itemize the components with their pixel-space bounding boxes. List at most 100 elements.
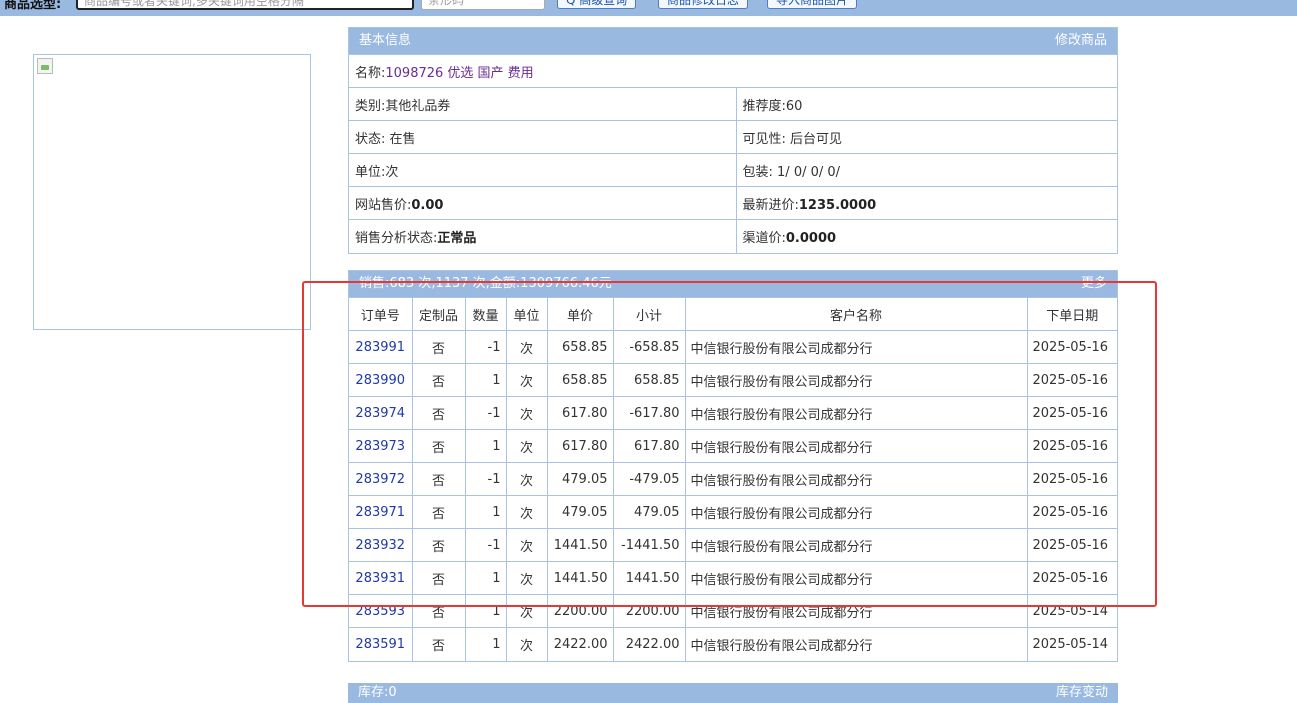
customer-cell: 中信银行股份有限公司成都分行	[684, 330, 1028, 364]
date-cell: 2025-05-16	[1026, 330, 1117, 364]
customer-cell: 中信银行股份有限公司成都分行	[684, 627, 1028, 661]
product-name-cell: 名称:1098726 优选 国产 费用	[349, 54, 1117, 88]
table-row: 283932 否 -1 次 1441.50 -1441.50 中信银行股份有限公…	[349, 528, 1117, 562]
unit-cell: 次	[505, 627, 548, 661]
sales-more-link[interactable]: 更多	[1081, 271, 1107, 297]
basic-info-header: 基本信息 修改商品	[349, 28, 1117, 54]
order-link[interactable]: 283991	[349, 330, 413, 364]
unit-cell: 次	[505, 594, 548, 628]
unit-cell: 次	[505, 462, 548, 496]
subtotal-cell: 1441.50	[612, 561, 686, 595]
visibility-label: 可见性:	[742, 131, 786, 147]
price-cell: 479.05	[546, 462, 614, 496]
latest-cost-cell: 最新进价:1235.0000	[735, 186, 1117, 220]
qty-cell: -1	[464, 396, 507, 430]
qty-cell: 1	[464, 594, 507, 628]
col-custom: 定制品	[411, 297, 466, 331]
table-row: 283973 否 1 次 617.80 617.80 中信银行股份有限公司成都分…	[349, 429, 1117, 463]
qty-cell: -1	[464, 528, 507, 562]
customer-cell: 中信银行股份有限公司成都分行	[684, 495, 1028, 529]
import-image-button[interactable]: 导入商品图片	[767, 0, 858, 9]
unit-cell: 次	[505, 330, 548, 364]
category-value: 其他礼品券	[385, 98, 451, 114]
category-cell: 类别:其他礼品券	[349, 87, 736, 121]
edit-product-link[interactable]: 修改商品	[1055, 28, 1107, 54]
unit-cell: 次	[505, 561, 548, 595]
search-input[interactable]: 商品编号或者关键词,多关键词用空格分隔	[76, 0, 414, 10]
sales-summary: 销售:683 次,1137 次,金额:1309766.46元	[359, 276, 612, 291]
custom-cell: 否	[411, 330, 466, 364]
price-cell: 658.85	[546, 363, 614, 397]
order-link[interactable]: 283931	[349, 561, 413, 595]
order-link[interactable]: 283972	[349, 462, 413, 496]
stock-change-link[interactable]: 库存变动	[1056, 683, 1108, 703]
status-cell: 状态: 在售	[349, 120, 736, 154]
custom-cell: 否	[411, 528, 466, 562]
qty-cell: 1	[464, 561, 507, 595]
sales-header: 销售:683 次,1137 次,金额:1309766.46元 更多	[349, 271, 1117, 297]
customer-cell: 中信银行股份有限公司成都分行	[684, 363, 1028, 397]
col-subtotal: 小计	[612, 297, 686, 331]
product-log-button[interactable]: 商品修改日志	[658, 0, 749, 9]
basic-info-title: 基本信息	[359, 33, 412, 48]
subtotal-cell: -479.05	[612, 462, 686, 496]
category-label: 类别:	[355, 98, 386, 114]
table-row: 283593 否 1 次 2200.00 2200.00 中信银行股份有限公司成…	[349, 594, 1117, 628]
subtotal-cell: -658.85	[612, 330, 686, 364]
custom-cell: 否	[411, 462, 466, 496]
stock-summary: 库存:0	[358, 685, 397, 700]
col-qty: 数量	[464, 297, 507, 331]
price-cell: 658.85	[546, 330, 614, 364]
date-cell: 2025-05-16	[1026, 561, 1117, 595]
price-cell: 617.80	[546, 396, 614, 430]
custom-cell: 否	[411, 396, 466, 430]
unit-cell: 次	[505, 528, 548, 562]
advanced-search-button[interactable]: Q 高级查询	[557, 0, 637, 9]
custom-cell: 否	[411, 627, 466, 661]
barcode-input[interactable]: 条形码	[421, 0, 545, 10]
site-price-label: 网站售价:	[355, 197, 412, 213]
visibility-cell: 可见性: 后台可见	[735, 120, 1117, 154]
unit-cell: 次	[505, 429, 548, 463]
customer-cell: 中信银行股份有限公司成都分行	[684, 594, 1028, 628]
order-link[interactable]: 283973	[349, 429, 413, 463]
col-order-no: 订单号	[349, 297, 413, 331]
unit-label: 单位:	[355, 164, 386, 180]
analysis-label: 销售分析状态:	[355, 230, 438, 246]
table-row: 283971 否 1 次 479.05 479.05 中信银行股份有限公司成都分…	[349, 495, 1117, 529]
col-customer: 客户名称	[684, 297, 1028, 331]
top-search-bar: 商品选型: 商品编号或者关键词,多关键词用空格分隔 条形码 Q 高级查询 商品修…	[0, 0, 1297, 16]
price-cell: 1441.50	[546, 561, 614, 595]
channel-price-cell: 渠道价:0.0000	[735, 219, 1117, 253]
package-label: 包装:	[742, 164, 773, 180]
order-link[interactable]: 283591	[349, 627, 413, 661]
recommend-value: 60	[785, 98, 803, 114]
subtotal-cell: 617.80	[612, 429, 686, 463]
name-label: 名称:	[355, 65, 386, 81]
date-cell: 2025-05-16	[1026, 495, 1117, 529]
table-row: 283990 否 1 次 658.85 658.85 中信银行股份有限公司成都分…	[349, 363, 1117, 397]
col-price: 单价	[546, 297, 614, 331]
table-row: 283974 否 -1 次 617.80 -617.80 中信银行股份有限公司成…	[349, 396, 1117, 430]
custom-cell: 否	[411, 594, 466, 628]
date-cell: 2025-05-14	[1026, 594, 1117, 628]
subtotal-cell: 658.85	[612, 363, 686, 397]
subtotal-cell: 2422.00	[612, 627, 686, 661]
order-link[interactable]: 283932	[349, 528, 413, 562]
orders-header-row: 订单号 定制品 数量 单位 单价 小计 客户名称 下单日期	[349, 297, 1117, 331]
customer-cell: 中信银行股份有限公司成都分行	[684, 462, 1028, 496]
recommend-cell: 推荐度:60	[735, 87, 1117, 121]
unit-cell: 次	[505, 495, 548, 529]
status-label: 状态:	[355, 131, 386, 147]
search-label: 商品选型:	[4, 0, 62, 12]
order-link[interactable]: 283593	[349, 594, 413, 628]
subtotal-cell: 479.05	[612, 495, 686, 529]
custom-cell: 否	[411, 363, 466, 397]
table-row: 283972 否 -1 次 479.05 -479.05 中信银行股份有限公司成…	[349, 462, 1117, 496]
custom-cell: 否	[411, 429, 466, 463]
qty-cell: 1	[464, 627, 507, 661]
order-link[interactable]: 283974	[349, 396, 413, 430]
price-cell: 617.80	[546, 429, 614, 463]
order-link[interactable]: 283971	[349, 495, 413, 529]
order-link[interactable]: 283990	[349, 363, 413, 397]
